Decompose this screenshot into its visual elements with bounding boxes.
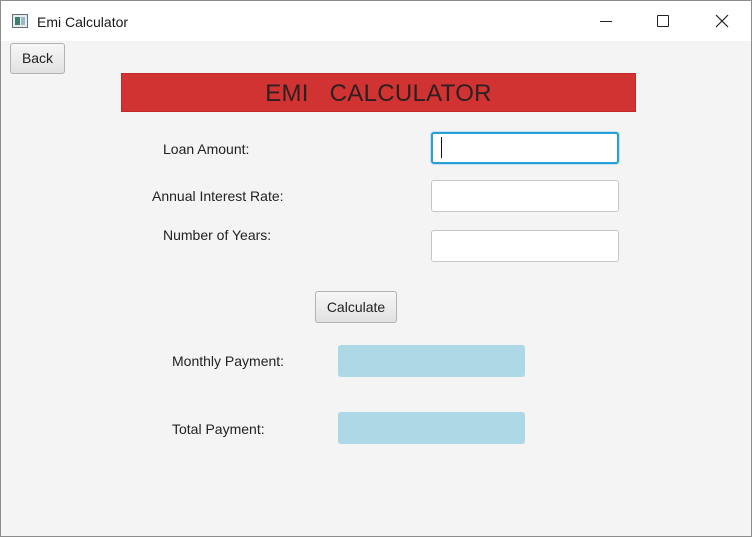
emi-calculator-window: Emi Calculator Back EMI CALCULATOR Loan … [0,0,752,537]
maximize-button[interactable] [640,1,686,41]
window-title: Emi Calculator [37,14,129,30]
minimize-icon [600,21,612,22]
years-input[interactable] [431,230,619,262]
close-button[interactable] [699,1,745,41]
page-title: EMI CALCULATOR [265,80,492,107]
app-window-icon [12,14,28,28]
loan-amount-label: Loan Amount: [163,141,250,157]
monthly-payment-label: Monthly Payment: [172,353,285,369]
close-icon [715,14,729,28]
interest-rate-input[interactable] [431,180,619,212]
title-bar[interactable]: Emi Calculator [1,1,751,41]
total-payment-value [338,412,525,444]
total-payment-label: Total Payment: [172,421,265,437]
header-banner: EMI CALCULATOR [121,73,636,112]
years-label: Number of Years: [163,227,272,243]
text-caret [441,137,442,158]
calculate-button[interactable]: Calculate [315,291,397,323]
loan-amount-input[interactable] [431,132,619,164]
interest-rate-label: Annual Interest Rate: [152,188,284,204]
maximize-icon [657,15,669,27]
minimize-button[interactable] [583,1,629,41]
monthly-payment-value [338,345,525,377]
back-button[interactable]: Back [10,43,65,74]
